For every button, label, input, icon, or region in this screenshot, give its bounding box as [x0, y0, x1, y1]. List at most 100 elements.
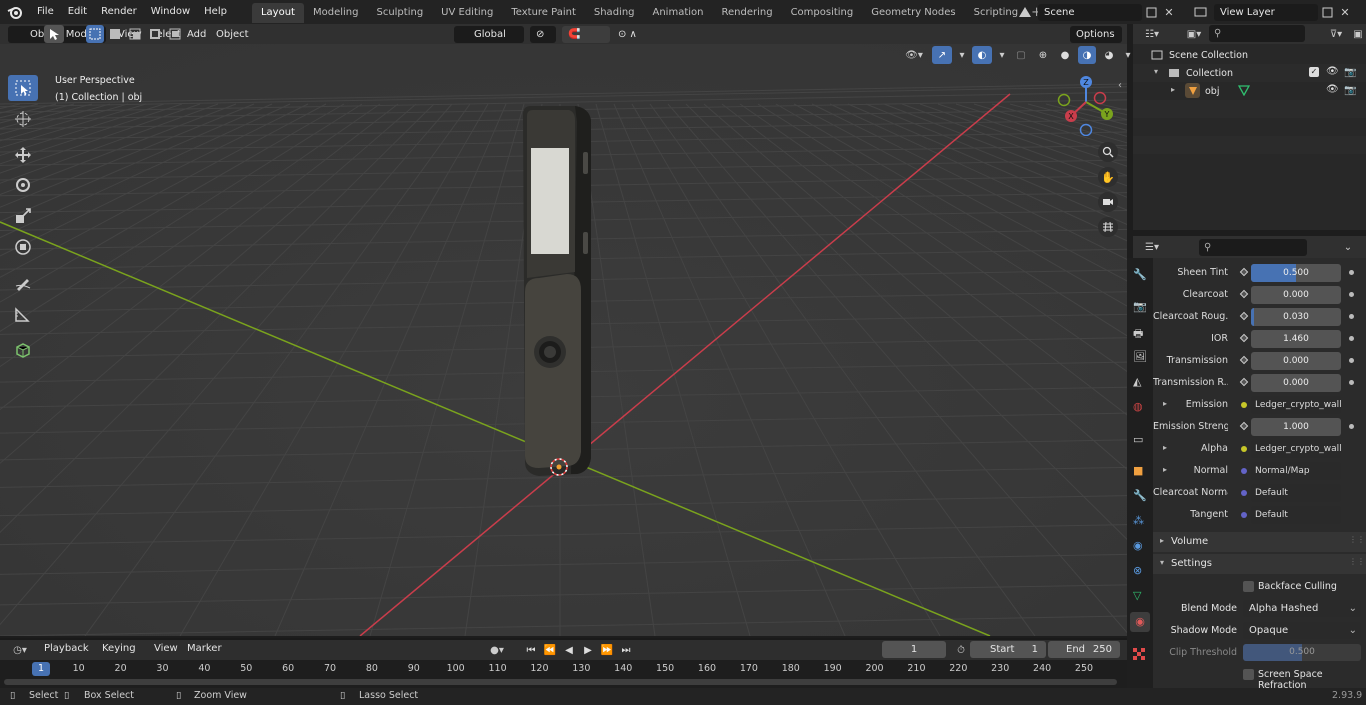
outliner-editor-type-icon[interactable]: ☷▾	[1139, 25, 1165, 43]
value-slider[interactable]: 0.000	[1251, 286, 1341, 304]
mesh-data-icon[interactable]	[1237, 84, 1251, 99]
tool-tab-icon[interactable]: 🔧	[1133, 268, 1147, 281]
menu-render[interactable]: Render	[94, 0, 144, 24]
outliner-search-input[interactable]: ⚲	[1209, 25, 1305, 42]
socket-icon[interactable]	[1239, 421, 1249, 431]
overlays-toggle-icon[interactable]: ◐	[972, 46, 992, 64]
physics-tab-icon[interactable]: ◉	[1133, 539, 1143, 552]
display-mode-icon[interactable]: ▣▾	[1181, 25, 1207, 43]
socket-icon[interactable]	[1241, 490, 1247, 496]
timeline-ruler[interactable]: 1 10 20 30 40 50 60 70 80 90 100 110 120 130 140 150 160…	[0, 660, 1127, 688]
value-slider[interactable]: 0.030	[1251, 308, 1341, 326]
play-reverse-icon[interactable]: ◀	[560, 641, 578, 659]
timeline-menu-view[interactable]: View	[148, 643, 184, 654]
move-tool-icon[interactable]	[8, 142, 38, 168]
options-button[interactable]: Options	[1070, 26, 1122, 43]
particles-tab-icon[interactable]: ⁂	[1133, 514, 1144, 527]
blender-logo-icon[interactable]	[0, 0, 30, 24]
scene-name-field[interactable]: Scene	[1038, 3, 1142, 21]
select-intersect-icon[interactable]	[166, 25, 184, 43]
socket-icon[interactable]	[1241, 468, 1247, 474]
socket-icon[interactable]	[1239, 355, 1249, 365]
blend-mode-select[interactable]: Alpha Hashed ⌄	[1243, 600, 1361, 617]
end-frame-field[interactable]: End 250	[1048, 641, 1120, 658]
keyframe-dot-icon[interactable]	[1349, 292, 1354, 297]
socket-icon[interactable]	[1239, 289, 1249, 299]
socket-icon[interactable]	[1241, 446, 1247, 452]
tab-shading[interactable]: Shading	[585, 3, 644, 23]
proportional-editing-icon[interactable]: ⊙ ∧	[612, 26, 658, 43]
keyframe-dot-icon[interactable]	[1349, 380, 1354, 385]
play-icon[interactable]: ▶	[579, 641, 597, 659]
modifier-tab-icon[interactable]: 🔧	[1133, 489, 1147, 502]
shadow-mode-select[interactable]: Opaque ⌄	[1243, 622, 1361, 639]
navigation-gizmo[interactable]: Z Y X	[1056, 74, 1120, 136]
jump-keyframe-back-icon[interactable]: ⏪	[541, 641, 559, 659]
auto-keying-icon[interactable]: ●▾	[482, 641, 512, 659]
xray-toggle-icon[interactable]: ▢	[1012, 46, 1030, 64]
menu-edit[interactable]: Edit	[61, 0, 94, 24]
timeline-editor-type-icon[interactable]: ◷▾	[6, 641, 34, 659]
3d-viewport[interactable]: User Perspective (1) Collection | obj Z …	[0, 44, 1127, 636]
select-subtract-icon[interactable]	[126, 25, 144, 43]
properties-options-icon[interactable]: ⌄	[1339, 238, 1357, 256]
rendered-shading-icon[interactable]: ◕	[1100, 46, 1118, 64]
scale-tool-icon[interactable]	[8, 203, 38, 229]
menu-help[interactable]: Help	[197, 0, 234, 24]
select-extend-icon[interactable]	[106, 25, 124, 43]
menu-object[interactable]: Object	[210, 26, 255, 43]
obj-render-icon[interactable]: 📷	[1344, 85, 1356, 96]
timeline-scrollbar[interactable]	[4, 679, 1117, 685]
jump-start-icon[interactable]: ⏮	[522, 641, 540, 659]
zoom-view-icon[interactable]	[1098, 142, 1118, 162]
collection-render-icon[interactable]: 📷	[1344, 67, 1356, 78]
sidebar-toggle-icon[interactable]: ‹	[1118, 80, 1122, 91]
collection-visibility-icon[interactable]: 👁	[1326, 66, 1339, 77]
tab-geometry-nodes[interactable]: Geometry Nodes	[862, 3, 964, 23]
scene-icon[interactable]	[1012, 3, 1038, 21]
linked-input-field[interactable]: Ledger_crypto_wall...	[1251, 396, 1341, 414]
start-frame-field[interactable]: Start 1	[970, 641, 1046, 658]
camera-view-icon[interactable]	[1098, 192, 1118, 212]
select-tool-icon[interactable]	[44, 25, 64, 43]
new-collection-icon[interactable]: ▣	[1349, 25, 1366, 43]
volume-panel-header[interactable]: ▸ Volume ⋮⋮	[1153, 532, 1366, 552]
value-slider[interactable]: 0.000	[1251, 374, 1341, 392]
volume-drag-icon[interactable]: ⋮⋮	[1349, 535, 1365, 544]
keyframe-dot-icon[interactable]	[1349, 336, 1354, 341]
menu-file[interactable]: File	[30, 0, 61, 24]
linked-input-field[interactable]: Default	[1251, 484, 1341, 502]
cursor-tool-icon[interactable]	[8, 106, 38, 132]
material-preview-icon[interactable]: ◑	[1078, 46, 1096, 64]
value-slider[interactable]: 1.460	[1251, 330, 1341, 348]
socket-icon[interactable]	[1241, 402, 1247, 408]
view-layer-icon[interactable]	[1188, 3, 1214, 21]
expand-obj-icon[interactable]: ▸	[1171, 85, 1175, 94]
menu-window[interactable]: Window	[144, 0, 197, 24]
timeline-menu-playback[interactable]: Playback	[38, 643, 95, 654]
value-slider[interactable]: 1.000	[1251, 418, 1341, 436]
collection-checkbox[interactable]: ✓	[1309, 67, 1319, 77]
tab-modeling[interactable]: Modeling	[304, 3, 368, 23]
transform-tool-icon[interactable]	[8, 234, 38, 260]
backface-culling-checkbox[interactable]	[1243, 581, 1254, 592]
socket-icon[interactable]	[1239, 377, 1249, 387]
texture-tab-icon[interactable]	[1133, 648, 1145, 663]
pan-view-icon[interactable]: ✋	[1098, 167, 1118, 187]
rotate-tool-icon[interactable]	[8, 172, 38, 198]
tab-rendering[interactable]: Rendering	[712, 3, 781, 23]
keyframe-dot-icon[interactable]	[1349, 358, 1354, 363]
3d-cursor-icon[interactable]	[548, 456, 570, 478]
visibility-icon[interactable]: 👁▾	[900, 46, 928, 64]
properties-search-input[interactable]: ⚲	[1199, 239, 1307, 256]
overlays-dropdown-icon[interactable]: ▾	[996, 46, 1008, 64]
expand-collection-icon[interactable]: ▾	[1154, 67, 1158, 76]
outliner-row-collection[interactable]: ▾ Collection ✓ 👁 📷	[1133, 64, 1366, 82]
select-box-tool-icon[interactable]	[8, 75, 38, 101]
object-obj[interactable]	[505, 102, 605, 482]
object-tab-icon[interactable]: ■	[1133, 464, 1143, 477]
timeline-menu-keying[interactable]: Keying	[96, 643, 142, 654]
view-layer-tab-icon[interactable]: 🖼	[1133, 350, 1147, 363]
tab-texture-paint[interactable]: Texture Paint	[502, 3, 585, 23]
new-scene-icon[interactable]	[1142, 3, 1160, 21]
